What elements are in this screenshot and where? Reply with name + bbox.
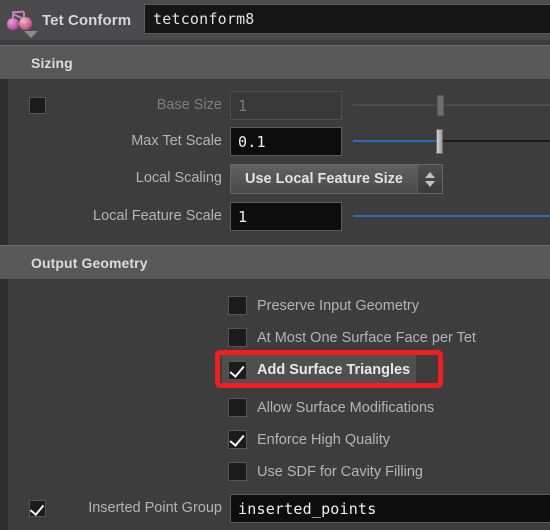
inserted-point-group-enable-toggle[interactable] (29, 500, 46, 517)
section-title-sizing: Sizing (31, 54, 73, 71)
enforce-high-quality-checkbox[interactable] (228, 430, 247, 449)
max-tet-scale-slider[interactable] (353, 127, 550, 156)
checkbox-row-allow-surface-modifications[interactable]: Allow Surface Modifications (228, 392, 434, 423)
allow-surface-modifications-label: Allow Surface Modifications (257, 399, 435, 416)
base-size-input[interactable]: 1 (230, 91, 342, 120)
checkbox-row-add-surface-triangles[interactable]: Add Surface Triangles (222, 355, 417, 385)
max-tet-scale-slider-fill (353, 140, 439, 142)
max-tet-scale-value: 0.1 (238, 132, 266, 151)
checkbox-row-at-most-one-surface-face-per-tet[interactable]: At Most One Surface Face per Tet (228, 322, 476, 353)
preserve-input-geometry-checkbox[interactable] (228, 296, 247, 315)
section-title-output-geometry: Output Geometry (31, 254, 148, 271)
section-header-sizing[interactable]: Sizing (0, 45, 550, 79)
checkbox-row-use-sdf-for-cavity-filling[interactable]: Use SDF for Cavity Filling (228, 456, 423, 487)
at-most-one-surface-face-per-tet-label: At Most One Surface Face per Tet (257, 329, 476, 346)
max-tet-scale-label: Max Tet Scale (131, 133, 222, 149)
local-feature-scale-label-zone: Local Feature Scale (8, 199, 230, 235)
inserted-point-group-input[interactable]: inserted_points (230, 494, 550, 523)
node-name-input[interactable]: tetconform8 (144, 4, 550, 34)
base-size-value: 1 (238, 96, 248, 115)
inserted-point-group-label: Inserted Point Group (88, 500, 222, 516)
chevron-updown-icon[interactable] (417, 165, 442, 193)
left-gutter-strip (0, 45, 8, 530)
base-size-enable-toggle[interactable] (29, 97, 46, 114)
local-scaling-label: Local Scaling (135, 170, 222, 186)
enforce-high-quality-label: Enforce High Quality (257, 431, 390, 448)
param-row-max-tet-scale: Max Tet Scale 0.1 (8, 124, 550, 160)
section-header-output-geometry[interactable]: Output Geometry (0, 245, 550, 279)
checkbox-row-enforce-high-quality[interactable]: Enforce High Quality (228, 424, 390, 455)
node-name-value: tetconform8 (153, 10, 255, 28)
inserted-point-group-value: inserted_points (238, 499, 377, 518)
local-feature-scale-input[interactable]: 1 (230, 202, 342, 231)
param-row-local-scaling: Local Scaling Use Local Feature Size (8, 161, 550, 197)
param-row-local-feature-scale: Local Feature Scale 1 (8, 199, 550, 235)
local-feature-scale-value: 1 (238, 207, 248, 226)
local-feature-scale-slider[interactable] (353, 202, 550, 231)
use-sdf-for-cavity-filling-label: Use SDF for Cavity Filling (257, 463, 423, 480)
base-size-slider-track (353, 104, 550, 106)
checkbox-row-preserve-input-geometry[interactable]: Preserve Input Geometry (228, 290, 419, 321)
base-size-slider-handle[interactable] (437, 95, 444, 116)
local-scaling-label-zone: Local Scaling (8, 161, 230, 197)
local-scaling-selected-value: Use Local Feature Size (245, 171, 403, 187)
use-sdf-for-cavity-filling-checkbox[interactable] (228, 462, 247, 481)
local-feature-scale-label: Local Feature Scale (93, 208, 222, 224)
max-tet-scale-label-zone: Max Tet Scale (8, 124, 230, 160)
local-scaling-dropdown[interactable]: Use Local Feature Size (230, 164, 443, 194)
max-tet-scale-slider-handle[interactable] (436, 129, 443, 154)
inserted-point-group-label-zone: Inserted Point Group (8, 491, 230, 527)
preserve-input-geometry-label: Preserve Input Geometry (257, 297, 419, 314)
caret-down-icon[interactable] (24, 31, 38, 38)
param-row-inserted-point-group: Inserted Point Group inserted_points (8, 491, 550, 527)
base-size-label-zone: Base Size (8, 88, 230, 124)
param-row-base-size: Base Size 1 (8, 88, 550, 124)
tetrahedron-mesh-icon (6, 9, 36, 31)
add-surface-triangles-checkbox[interactable] (228, 360, 247, 380)
at-most-one-surface-face-per-tet-checkbox[interactable] (228, 328, 247, 347)
allow-surface-modifications-checkbox[interactable] (228, 398, 247, 417)
max-tet-scale-input[interactable]: 0.1 (230, 127, 342, 156)
base-size-label: Base Size (156, 97, 222, 113)
node-type-title: Tet Conform (42, 11, 132, 29)
add-surface-triangles-label: Add Surface Triangles (257, 362, 411, 378)
tet-conform-parameter-panel: Tet Conform tetconform8 Sizing Base Size… (0, 0, 550, 530)
base-size-slider[interactable] (353, 91, 550, 120)
local-feature-scale-slider-fill (353, 215, 550, 217)
